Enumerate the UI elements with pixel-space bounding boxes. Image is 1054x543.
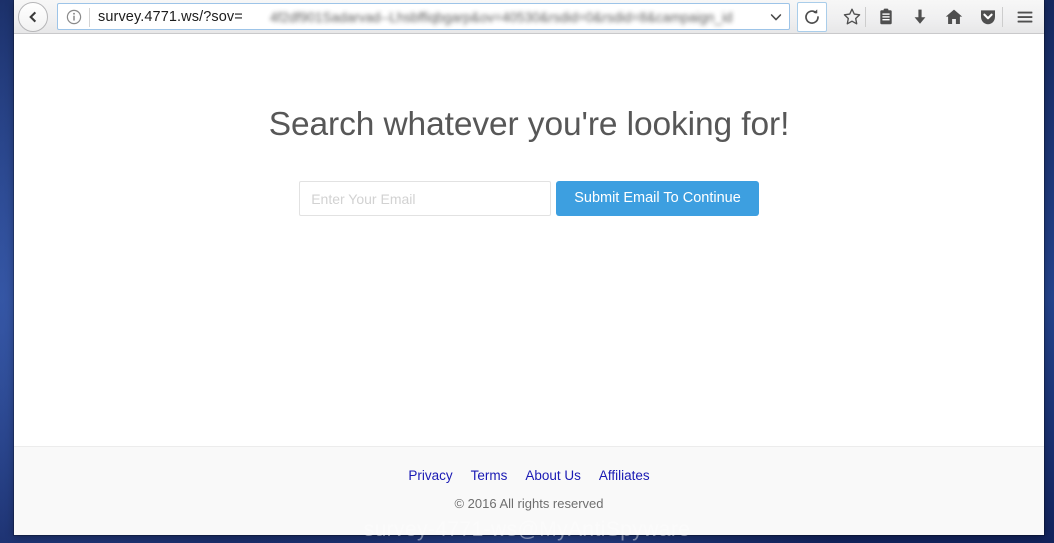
footer-link-about-us[interactable]: About Us	[525, 468, 581, 483]
browser-window: survey.4771.ws/?sov= 4f2df901Sadarvad--L…	[14, 0, 1044, 535]
urlbar-divider	[89, 8, 90, 27]
page-content: Search whatever you're looking for! Subm…	[14, 34, 1044, 535]
library-icon	[880, 8, 892, 25]
browser-toolbar: survey.4771.ws/?sov= 4f2df901Sadarvad--L…	[14, 0, 1044, 34]
reload-button[interactable]	[797, 2, 827, 32]
reload-icon	[805, 9, 819, 24]
toolbar-divider-2	[1002, 7, 1003, 27]
home-icon	[945, 9, 963, 24]
email-capture-form: Submit Email To Continue	[14, 181, 1044, 216]
star-icon	[843, 8, 861, 25]
pocket-button[interactable]	[973, 2, 1003, 32]
page-title: Search whatever you're looking for!	[268, 106, 790, 143]
url-text: survey.4771.ws/?sov=	[98, 9, 243, 25]
footer-links: Privacy Terms About Us Affiliates	[14, 468, 1044, 483]
bookmark-button[interactable]	[837, 2, 867, 32]
menu-icon	[1017, 11, 1033, 23]
menu-button[interactable]	[1010, 2, 1040, 32]
submit-email-button[interactable]: Submit Email To Continue	[556, 181, 759, 216]
footer-link-privacy[interactable]: Privacy	[408, 468, 452, 483]
pocket-icon	[981, 10, 995, 25]
info-icon[interactable]	[66, 9, 82, 25]
downloads-button[interactable]	[905, 2, 935, 32]
url-bar[interactable]: survey.4771.ws/?sov= 4f2df901Sadarvad--L…	[57, 3, 790, 30]
chevron-down-icon[interactable]	[769, 10, 783, 24]
back-icon	[29, 11, 37, 23]
footer-link-affiliates[interactable]: Affiliates	[599, 468, 650, 483]
page-footer: Privacy Terms About Us Affiliates © 2016…	[14, 446, 1044, 535]
download-icon	[914, 9, 926, 24]
back-button[interactable]	[18, 2, 48, 32]
url-blurred-query: 4f2df901Sadarvad--Lhsbffiqbgarp&ov=40530…	[270, 10, 733, 25]
home-button[interactable]	[939, 2, 969, 32]
copyright-text: © 2016 All rights reserved	[454, 496, 604, 511]
email-input[interactable]	[299, 181, 552, 216]
footer-link-terms[interactable]: Terms	[471, 468, 508, 483]
library-button[interactable]	[871, 2, 901, 32]
